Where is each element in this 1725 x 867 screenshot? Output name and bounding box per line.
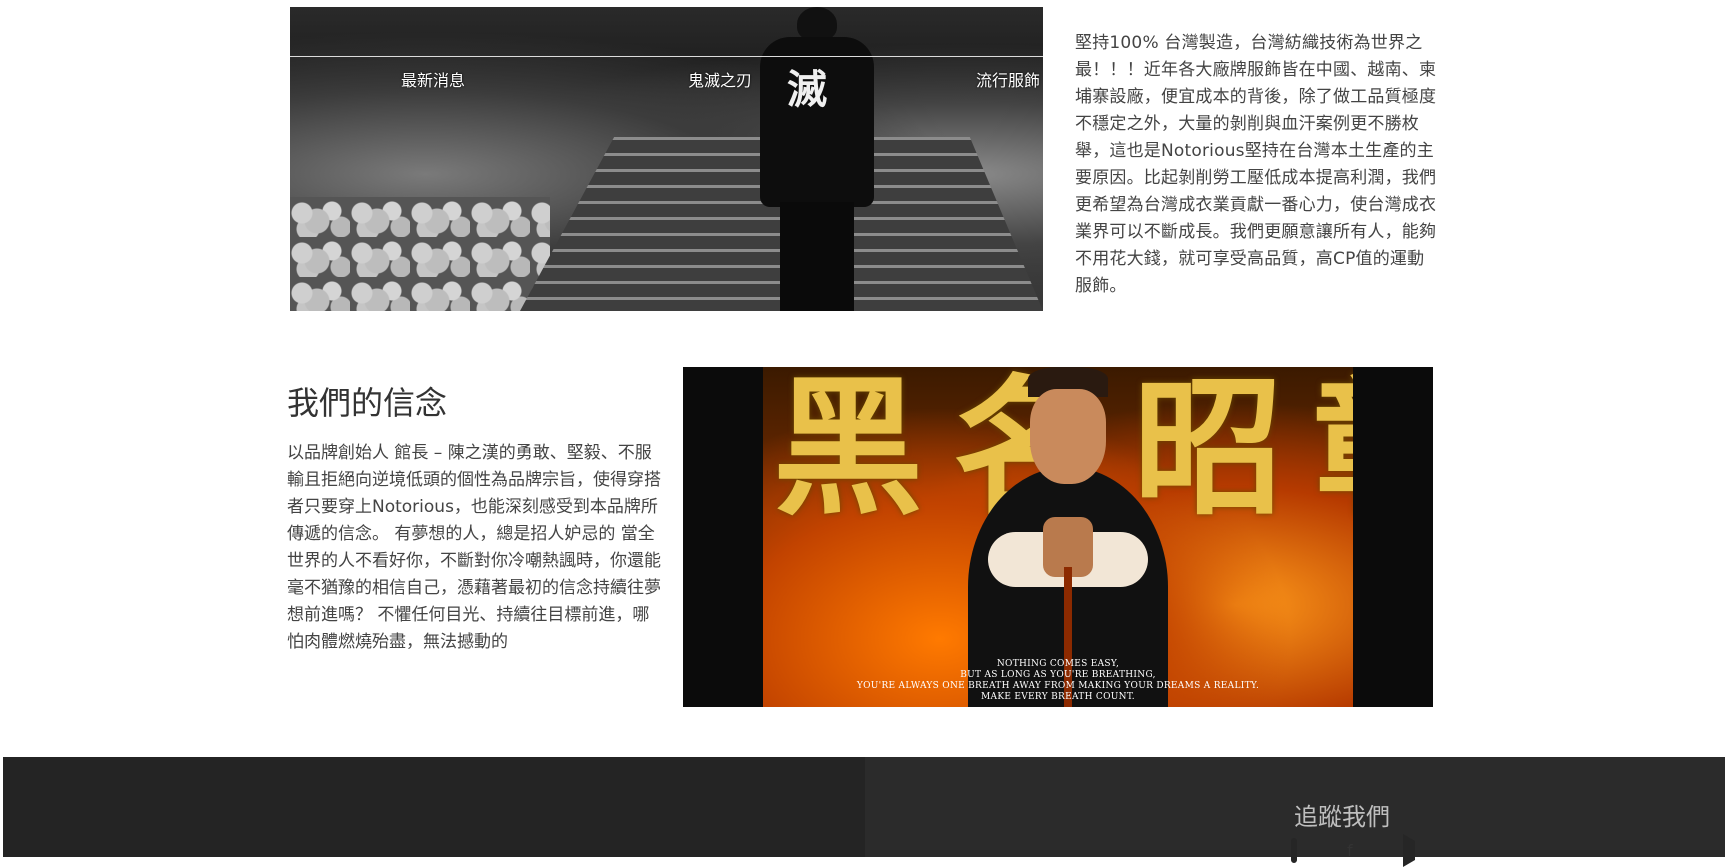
nav-link-fashion[interactable]: 流行服飾 [976,67,1040,91]
poster-figure [968,367,1168,707]
youtube-icon[interactable] [1403,834,1415,867]
facebook-icon[interactable]: f [1347,841,1353,860]
brand-poster: 黑名昭彰 NOTHING COMES EASY, BUT AS LONG AS … [683,367,1433,707]
poster-fire-art: 黑名昭彰 NOTHING COMES EASY, BUT AS LONG AS … [763,367,1353,707]
belief-title: 我們的信念 [287,384,448,422]
footer [3,757,1725,857]
rocks-decoration [290,197,550,311]
follow-us-title: 追蹤我們 [1294,803,1390,831]
nav-link-news[interactable]: 最新消息 [401,67,465,91]
hero-image: 滅 最新消息 鬼滅之刃 流行服飾 [290,7,1043,311]
poster-quote-line: BUT AS LONG AS YOU'RE BREATHING, [960,670,1156,680]
belief-paragraph: 以品牌創始人 館長 – 陳之漢的勇敢、堅毅、不服輸且拒絕向逆境低頭的個性為品牌宗… [287,443,661,652]
poster-quote: NOTHING COMES EASY, BUT AS LONG AS YOU'R… [763,659,1353,703]
poster-quote-line: YOU'RE ALWAYS ONE BREATH AWAY FROM MAKIN… [856,681,1260,691]
instagram-icon[interactable] [1291,838,1297,863]
poster-quote-line: MAKE EVERY BREATH COUNT. [981,692,1135,702]
nav-link-kimetsu[interactable]: 鬼滅之刃 [688,67,752,91]
poster-quote-line: NOTHING COMES EASY, [996,659,1120,669]
nav-divider [290,56,1043,57]
shirt-kanji: 滅 [787,66,827,113]
about-paragraph: 堅持100% 台灣製造，台灣紡織技術為世界之最！！！近年各大廠牌服飾皆在中國、越… [1075,33,1437,296]
hero-figure: 滅 [752,7,882,311]
